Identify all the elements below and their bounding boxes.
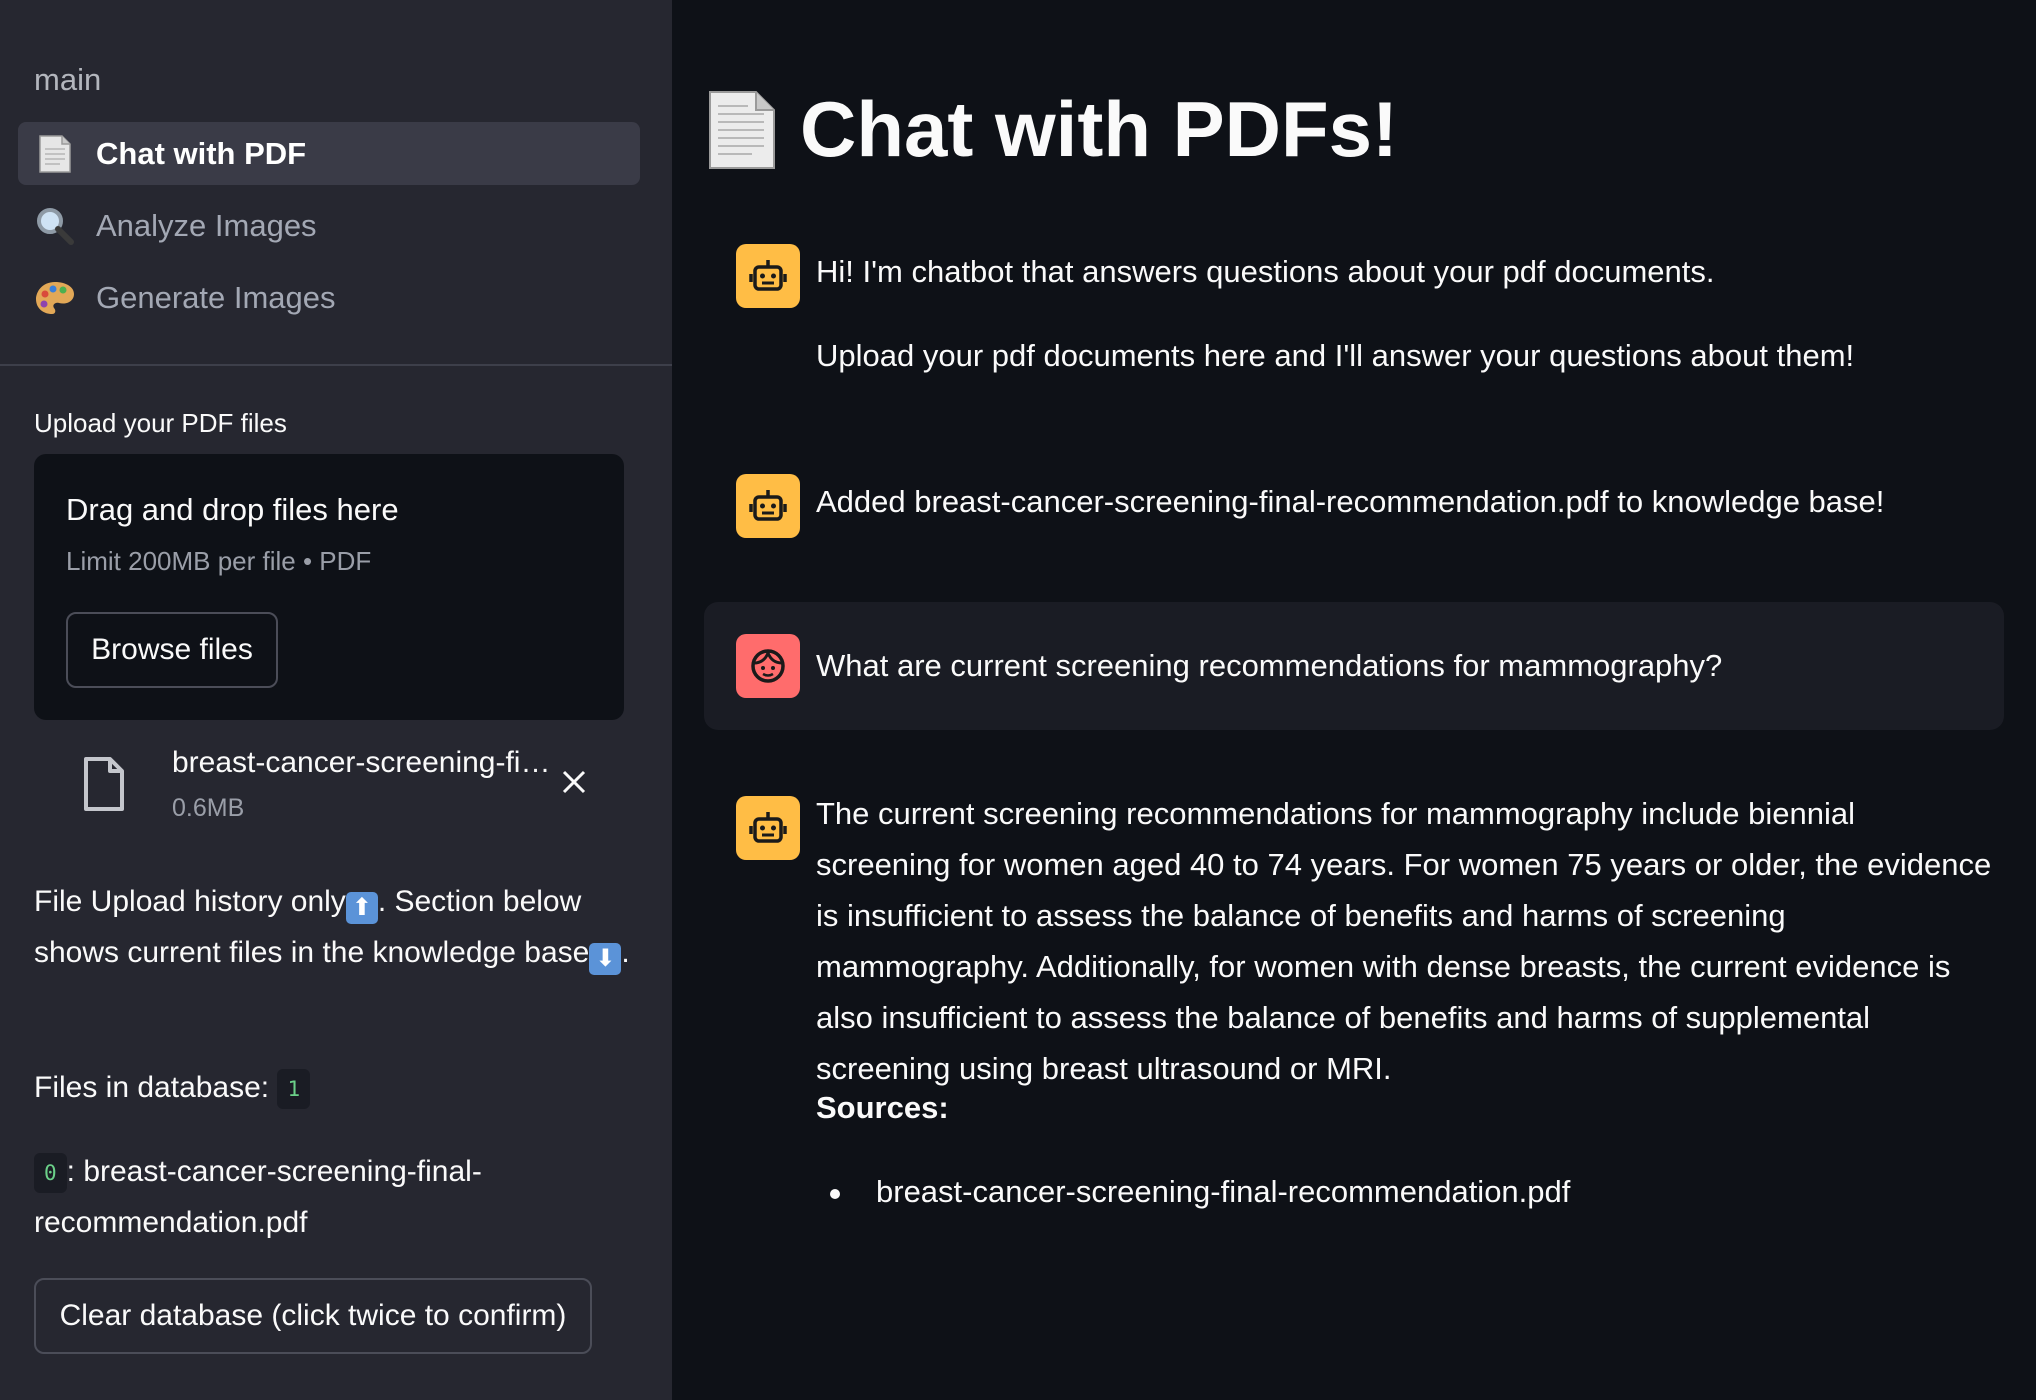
nav-section-header: main xyxy=(34,62,102,97)
up-arrow-icon: ⬆ xyxy=(345,892,378,924)
history-note-part: File Upload history only xyxy=(34,885,346,918)
page-icon xyxy=(706,88,778,172)
sidebar-item-generate-images[interactable]: Generate Images xyxy=(18,266,640,329)
uploaded-file-name: breast-cancer-screening-fi… xyxy=(172,746,551,779)
file-icon xyxy=(82,756,126,812)
user-avatar-icon xyxy=(736,634,800,698)
message-text: What are current screening recommendatio… xyxy=(816,648,1723,683)
magnifier-icon xyxy=(34,205,76,247)
clear-database-button[interactable]: Clear database (click twice to confirm) xyxy=(34,1278,592,1354)
file-index-badge: 0 xyxy=(34,1153,67,1194)
palette-icon xyxy=(34,277,76,319)
chat-message-assistant: Added breast-cancer-screening-final-reco… xyxy=(704,472,2004,552)
uploaded-file-row: breast-cancer-screening-fi… 0.6MB xyxy=(34,744,624,834)
close-icon[interactable] xyxy=(554,762,594,802)
upload-label: Upload your PDF files xyxy=(34,408,287,438)
message-text: Added breast-cancer-screening-final-reco… xyxy=(816,484,1885,519)
down-arrow-icon: ⬇ xyxy=(589,943,622,975)
dropzone-title: Drag and drop files here xyxy=(66,492,399,527)
sources-label: Sources: xyxy=(816,1090,949,1125)
page-title: Chat with PDFs! xyxy=(706,84,1398,175)
database-file-name: : breast-cancer-screening-final-recommen… xyxy=(34,1155,482,1239)
message-text: The current screening recommendations fo… xyxy=(816,796,1992,1086)
history-note-part: . xyxy=(621,936,630,969)
source-list-item: breast-cancer-screening-final-recommenda… xyxy=(816,1166,1570,1217)
bot-avatar-icon xyxy=(736,244,800,308)
browse-files-button[interactable]: Browse files xyxy=(66,612,278,688)
chat-message-assistant: The current screening recommendations fo… xyxy=(704,794,2004,1224)
sidebar-item-chat-with-pdf[interactable]: Chat with PDF xyxy=(18,122,640,185)
chat-message-user: What are current screening recommendatio… xyxy=(704,602,2004,730)
files-in-database-label: Files in database: xyxy=(34,1071,270,1104)
files-count-badge: 1 xyxy=(277,1069,311,1110)
message-text: Upload your pdf documents here and I'll … xyxy=(816,338,1855,373)
sidebar-divider xyxy=(0,364,672,366)
sidebar-item-analyze-images[interactable]: Analyze Images xyxy=(18,194,640,257)
uploaded-file-size: 0.6MB xyxy=(172,794,245,822)
dropzone-limit: Limit 200MB per file • PDF xyxy=(66,546,372,576)
upload-history-note: File Upload history only ⬆. Section below… xyxy=(34,876,634,978)
sidebar-item-label: Analyze Images xyxy=(96,207,317,243)
sidebar-item-label: Generate Images xyxy=(96,279,336,315)
page-icon xyxy=(34,133,76,175)
source-name: breast-cancer-screening-final-recommenda… xyxy=(876,1174,1571,1209)
chat-message-assistant: Hi! I'm chatbot that answers questions a… xyxy=(704,236,2004,396)
message-text: Hi! I'm chatbot that answers questions a… xyxy=(816,254,1715,289)
bot-avatar-icon xyxy=(736,474,800,538)
database-file-entry: 0: breast-cancer-screening-final-recomme… xyxy=(34,1146,634,1248)
sidebar: main Chat with PDF Analyze Images Genera… xyxy=(0,0,672,1400)
bot-avatar-icon xyxy=(736,796,800,860)
sidebar-item-label: Chat with PDF xyxy=(96,135,307,171)
file-dropzone[interactable]: Drag and drop files here Limit 200MB per… xyxy=(34,454,624,720)
bullet xyxy=(830,1188,840,1199)
files-in-database: Files in database: 1 xyxy=(34,1062,634,1113)
page-title-text: Chat with PDFs! xyxy=(800,85,1398,173)
